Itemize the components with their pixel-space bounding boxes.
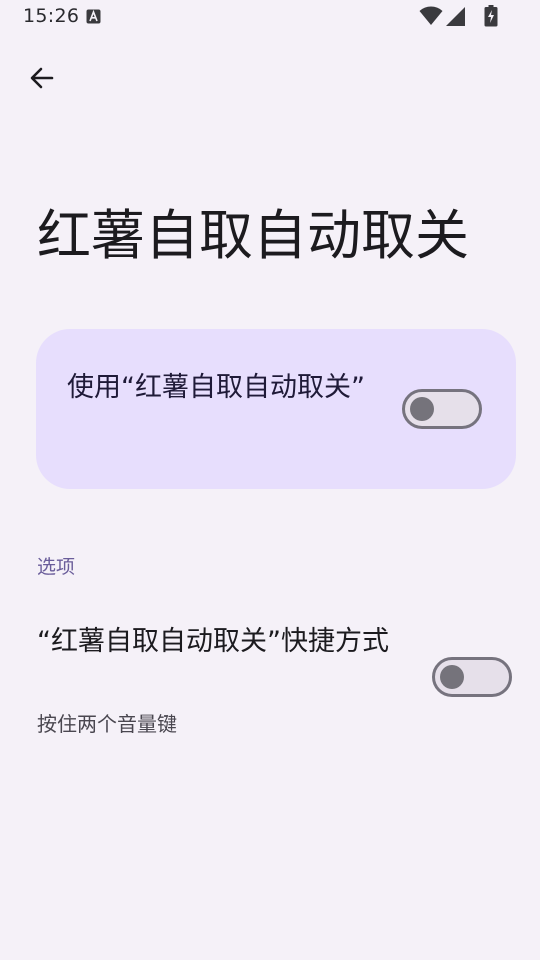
- switch-thumb: [410, 397, 434, 421]
- main-toggle-switch[interactable]: [402, 389, 482, 429]
- wifi-icon: [419, 6, 443, 25]
- status-bar: 15:26: [0, 0, 540, 34]
- page-title: 红薯自取自动取关: [37, 204, 469, 267]
- options-section-header: 选项: [37, 556, 76, 578]
- shortcut-title: “红薯自取自动取关”快捷方式: [37, 626, 389, 657]
- shortcut-summary: 按住两个音量键: [37, 712, 177, 736]
- a-box-icon: [86, 9, 101, 24]
- arrow-back-icon: [30, 67, 54, 89]
- back-button[interactable]: [20, 56, 64, 100]
- main-toggle-label: 使用“红薯自取自动取关”: [67, 372, 365, 403]
- shortcut-toggle-switch[interactable]: [432, 657, 512, 697]
- shortcut-preference-row[interactable]: “红薯自取自动取关”快捷方式 按住两个音量键: [0, 612, 540, 746]
- main-toggle-card[interactable]: 使用“红薯自取自动取关”: [36, 329, 516, 489]
- switch-thumb: [440, 665, 464, 689]
- battery-charging-icon: [484, 5, 498, 27]
- status-time: 15:26: [23, 5, 80, 27]
- cell-signal-icon: [446, 7, 465, 26]
- accessibility-settings-screen: 15:26 红薯自取自动取关 使用“红薯自取自动取关” 选项 “红薯自取自动取关…: [0, 0, 540, 960]
